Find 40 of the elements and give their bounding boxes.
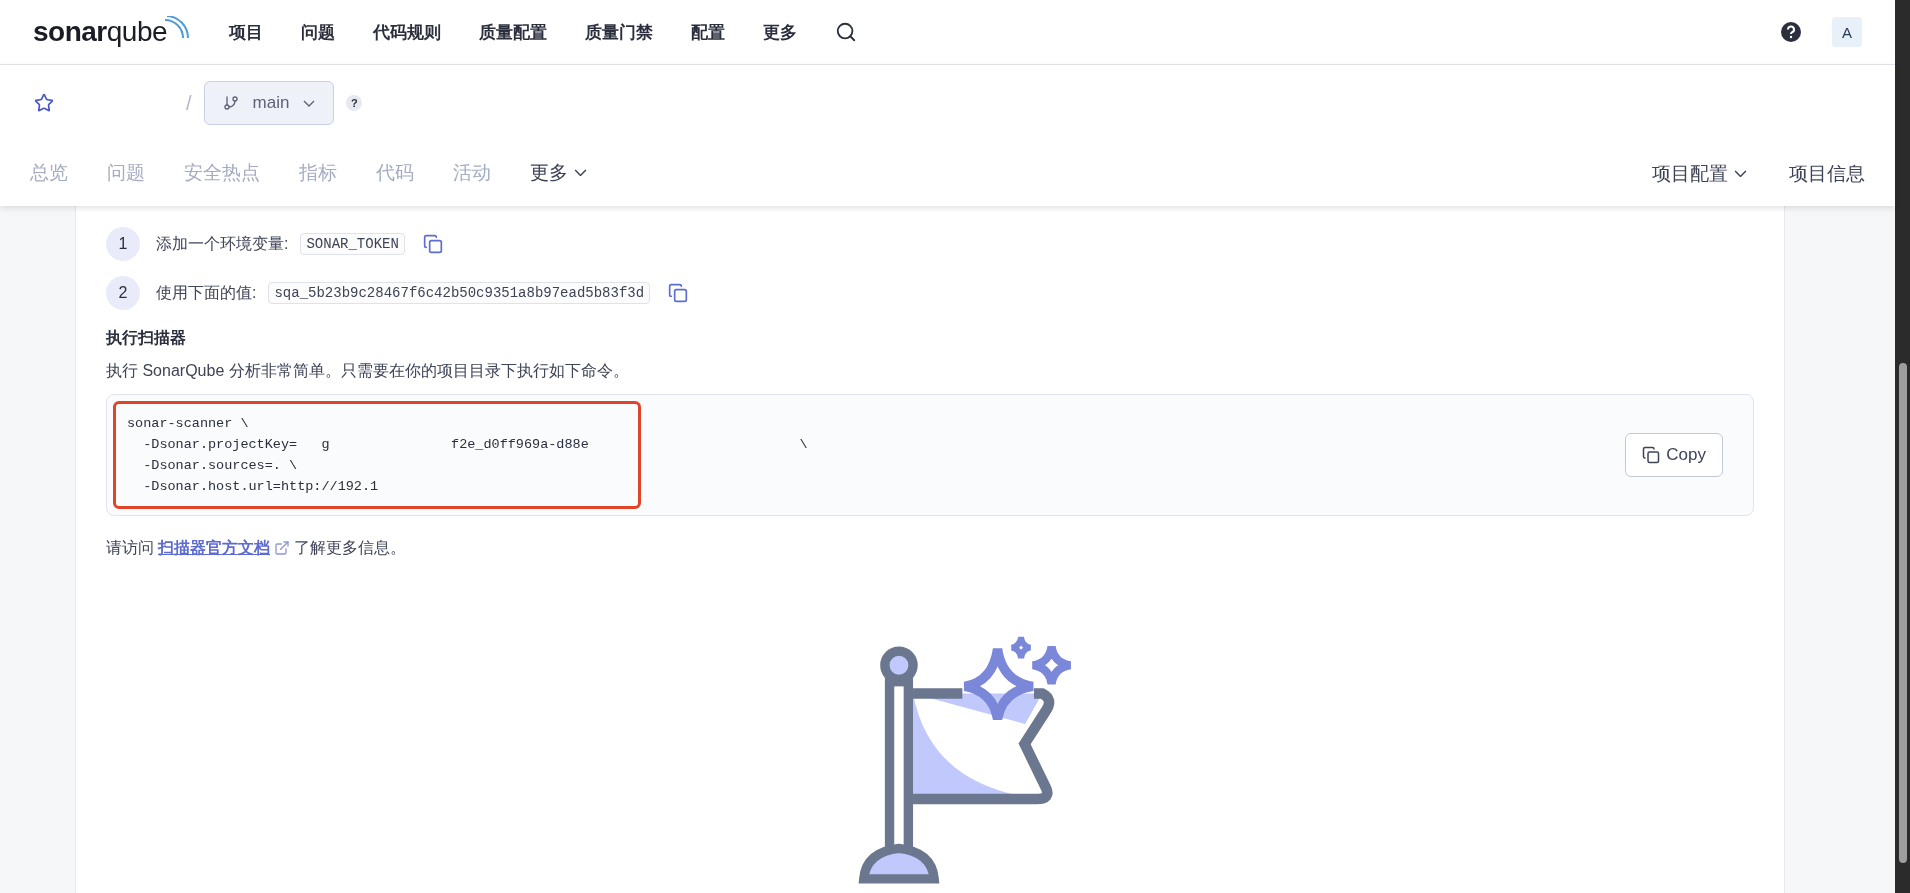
nav-link[interactable]: 配置: [691, 20, 726, 44]
footer-text: 请访问: [106, 538, 154, 558]
star-icon[interactable]: [34, 93, 54, 113]
copy-button[interactable]: Copy: [1625, 432, 1723, 477]
project-tab[interactable]: 更多: [530, 151, 587, 196]
chevron-down-icon: [1734, 169, 1747, 178]
copy-button[interactable]: [422, 234, 443, 255]
step-label: 使用下面的值:: [156, 282, 257, 303]
help-icon[interactable]: ?: [346, 95, 363, 111]
step-number: 1: [106, 227, 140, 262]
project-action[interactable]: 项目信息: [1789, 160, 1865, 187]
sonarqube-logo: sonarqube: [33, 16, 190, 48]
command-code: sonar-scanner \ -Dsonar.projectKey= g f2e_d0ff969a-d88e \ -Dsonar.sources=. \ -Dsonar.host.url=http://192.1: [127, 414, 808, 496]
nav-link[interactable]: 更多: [763, 20, 798, 44]
scrollbar[interactable]: [1895, 0, 1910, 893]
footer-text: 了解更多信息。: [294, 538, 406, 558]
nav-link[interactable]: 问题: [301, 20, 336, 44]
nav-link[interactable]: 代码规则: [373, 20, 442, 44]
copy-button[interactable]: [668, 283, 689, 304]
external-link-icon: [274, 540, 290, 557]
code-value: sqa_5b23b9c28467f6c42b50c9351a8b97ead5b83f3d: [268, 282, 651, 305]
chevron-down-icon: [303, 99, 316, 107]
breadcrumb-separator: /: [186, 91, 192, 115]
search-icon[interactable]: [835, 21, 858, 43]
copy-icon: [1642, 445, 1661, 464]
branch-selector[interactable]: main: [203, 81, 335, 125]
help-icon[interactable]: [1780, 21, 1802, 43]
section-description: 执行 SonarQube 分析非常简单。只需要在你的项目目录下执行如下命令。: [106, 360, 630, 381]
nav-link[interactable]: 项目: [229, 20, 264, 44]
user-avatar[interactable]: A: [1832, 17, 1862, 47]
code-value: SONAR_TOKEN: [300, 233, 405, 256]
docs-link[interactable]: 扫描器官方文档: [158, 538, 290, 559]
chevron-down-icon: [574, 168, 587, 177]
step-number: 2: [106, 276, 140, 311]
nav-link[interactable]: 质量配置: [479, 20, 548, 44]
section-heading: 执行扫描器: [106, 327, 187, 348]
step-label: 添加一个环境变量:: [156, 233, 289, 254]
branch-icon: [222, 95, 239, 111]
nav-link[interactable]: 质量门禁: [585, 20, 654, 44]
project-action[interactable]: 项目配置: [1652, 160, 1747, 187]
